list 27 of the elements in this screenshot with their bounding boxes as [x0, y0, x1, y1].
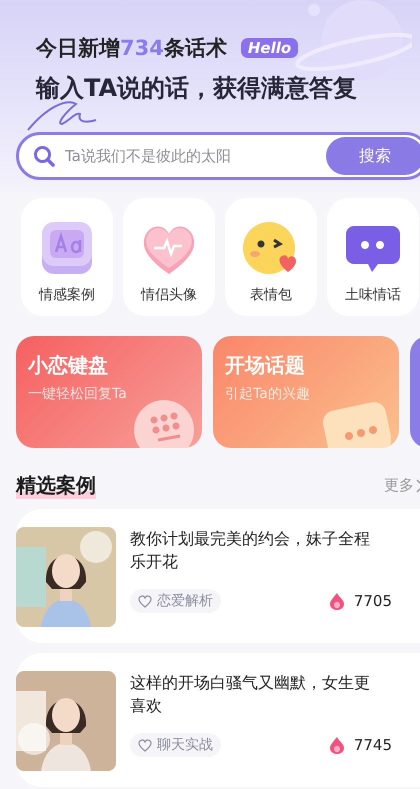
card-subtitle: 一键轻松回复Ta — [28, 385, 128, 403]
flame-icon — [328, 736, 345, 754]
case-card[interactable]: 这样的开场白骚气又幽默，女生更喜欢 聊天实战 7745 — [16, 653, 420, 787]
search-icon — [33, 145, 55, 167]
search-button[interactable]: 搜索 — [326, 137, 420, 175]
category-tile[interactable]: 情侣头像 — [123, 198, 215, 316]
category-tile[interactable]: 情感案例 — [21, 198, 113, 316]
case-title: 教你计划最完美的约会，妹子全程乐开花 — [130, 528, 371, 573]
new-scripts-text: 今日新增734条话术 — [36, 35, 227, 62]
search-field[interactable]: Ta说我们不是彼此的太阳 搜索 — [16, 132, 420, 180]
view-count: 7745 — [354, 736, 392, 754]
view-count: 7705 — [354, 592, 392, 610]
case-tag: 聊天实战 — [130, 733, 221, 757]
section-title: 精选案例 — [16, 472, 96, 499]
heart-outline-icon — [138, 594, 152, 608]
heart-outline-icon — [138, 738, 152, 752]
case-title: 这样的开场白骚气又幽默，女生更喜欢 — [130, 672, 371, 717]
card-title: 小恋键盘 — [28, 352, 109, 379]
flame-icon — [328, 592, 345, 610]
category-tile[interactable]: 土味情话 — [327, 198, 419, 316]
headline: 输入TA说的话，获得满意答复 — [36, 74, 358, 102]
card-title: 开场话题 — [225, 352, 306, 379]
case-card[interactable]: 教你计划最完美的约会，妹子全程乐开花 恋爱解析 7705 — [16, 509, 420, 643]
category-tile[interactable]: 表情包 — [225, 198, 317, 316]
case-tag: 恋爱解析 — [130, 589, 221, 613]
hello-badge: Hello — [240, 38, 298, 58]
card-subtitle: 引起Ta的兴趣 — [225, 385, 311, 403]
